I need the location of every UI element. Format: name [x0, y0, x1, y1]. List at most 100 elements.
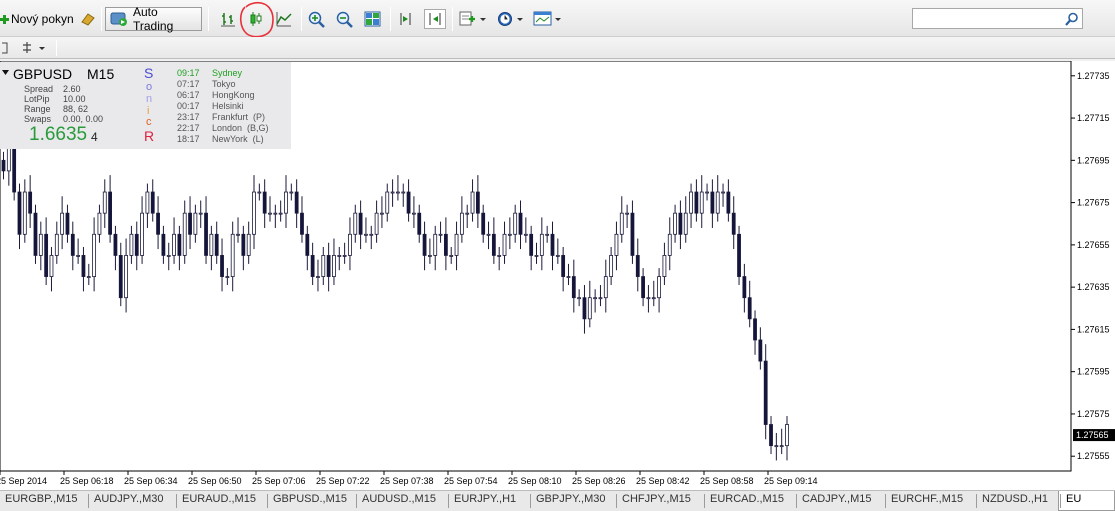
sonic-letter-r: R [144, 128, 155, 144]
candle-body [726, 191, 731, 214]
current-price-label: 1.27565 [1076, 430, 1109, 440]
candle-body [486, 233, 491, 236]
candle-body [294, 191, 299, 214]
session-time: 22:17 [177, 123, 200, 133]
x-tick-label: 25 Sep 07:06 [252, 476, 306, 486]
session-time: 18:17 [177, 134, 200, 144]
autoscroll-icon [429, 13, 441, 25]
candle-body [763, 360, 768, 425]
candle-body [667, 233, 672, 256]
candle-body [273, 212, 278, 215]
candle-body [571, 276, 576, 299]
session-time: 06:17 [177, 90, 200, 100]
chart-tab[interactable]: CADJPY.,M15 [802, 493, 872, 510]
chart-tab[interactable]: GBPUSD.,M15 [273, 493, 347, 510]
x-tick-label: 25 Sep 06:18 [60, 476, 114, 486]
chart-tab[interactable]: EURJPY.,H1 [454, 493, 516, 510]
session-city: Sydney [212, 68, 243, 78]
chart-tab[interactable]: AUDUSD.,M15 [362, 493, 436, 510]
swaps-value: 0.00, 0.00 [63, 114, 104, 124]
periods-button[interactable] [496, 9, 526, 29]
symbol-name: GBPUSD [13, 66, 73, 82]
chart-tab[interactable]: CHFJPY.,M15 [622, 493, 691, 510]
candle-body [657, 276, 661, 299]
x-tick-label: 25 Sep 09:14 [764, 476, 818, 486]
chart-shift-icon [400, 13, 411, 25]
candle-body [358, 212, 363, 235]
candle-body [22, 191, 27, 235]
candle-body [129, 233, 134, 256]
bar-chart-button[interactable] [218, 9, 238, 29]
chart-tab[interactable]: NZDUSD.,H1 [982, 493, 1048, 510]
candle-body [278, 212, 283, 215]
candle-body [188, 212, 192, 235]
candle-body [396, 191, 400, 194]
x-tick-label: 25 Sep 07:22 [316, 476, 370, 486]
candle-body [17, 191, 22, 235]
lotpip-label: LotPip [24, 94, 50, 104]
candle-body [737, 233, 741, 277]
tile-icon [364, 11, 380, 27]
chart-tab[interactable]: GBPJPY.,M30 [536, 493, 606, 510]
candle-body [97, 212, 102, 235]
search-icon[interactable] [1063, 10, 1081, 27]
sonic-letter-s: S [144, 65, 154, 81]
candle-body [705, 191, 709, 194]
line-chart-button[interactable] [274, 9, 294, 29]
indicators-button[interactable] [458, 9, 488, 29]
candle-body [747, 297, 752, 320]
drawing-tools-icon [23, 42, 45, 53]
chart-tab[interactable]: EURGBP.,M15 [5, 493, 78, 510]
chart-tab[interactable]: EURCHF.,M15 [891, 493, 963, 510]
zoom-out-button[interactable] [334, 9, 354, 29]
candle-body [662, 255, 667, 277]
candle-body [721, 191, 725, 194]
candle-body [465, 212, 470, 215]
red-circle-annotation [239, 1, 274, 38]
y-tick-label: 1.27735 [1077, 71, 1110, 81]
y-tick-label: 1.27635 [1077, 282, 1110, 292]
zoom-out-icon [336, 11, 353, 28]
chart-shift-button[interactable] [396, 9, 416, 29]
chart-tab[interactable]: EU [1066, 493, 1081, 510]
candle-body [241, 233, 246, 256]
candle-body [497, 255, 502, 257]
search-input[interactable] [912, 8, 1083, 29]
chart-tab[interactable]: AUDJPY.,M30 [94, 493, 164, 510]
candle-body [406, 191, 411, 214]
crosshair-icon[interactable] [0, 39, 10, 57]
y-tick-label: 1.27615 [1077, 324, 1110, 334]
x-tick-label: 25 Sep 06:34 [124, 476, 178, 486]
candle-body [491, 233, 496, 256]
candle-body [401, 191, 406, 194]
tile-windows-button[interactable] [362, 9, 382, 29]
candle-body [118, 255, 123, 299]
drawing-tools-button[interactable] [20, 39, 50, 57]
auto-trading-button[interactable]: Auto Trading [105, 5, 202, 33]
candle-body [481, 212, 486, 235]
y-tick-label: 1.27595 [1077, 367, 1110, 377]
zoom-in-button[interactable] [306, 9, 326, 29]
candle-body [182, 212, 187, 256]
candle-body [70, 233, 75, 256]
candle-body [769, 424, 773, 447]
chart-tab[interactable]: EURAUD.,M15 [182, 493, 256, 510]
candle-body [443, 233, 448, 256]
candle-body [630, 212, 635, 256]
candle-body [390, 191, 395, 194]
candle-body [454, 233, 459, 256]
candle-body [198, 212, 203, 215]
y-tick-label: 1.27675 [1077, 198, 1110, 208]
candle-body [689, 191, 693, 214]
collapse-triangle-icon[interactable] [2, 70, 9, 76]
auto-trading-label: Auto Trading [133, 5, 174, 33]
autoscroll-button[interactable] [424, 9, 446, 29]
chart-tab[interactable]: EURCAD.,M15 [710, 493, 784, 510]
zoom-in-icon [308, 11, 325, 28]
eraser-icon[interactable] [79, 10, 97, 28]
candle-body [262, 191, 267, 214]
candle-body [422, 233, 427, 256]
templates-button[interactable] [532, 9, 564, 29]
candle-body [374, 212, 379, 235]
new-order-button[interactable]: Nový pokyn [0, 8, 74, 30]
